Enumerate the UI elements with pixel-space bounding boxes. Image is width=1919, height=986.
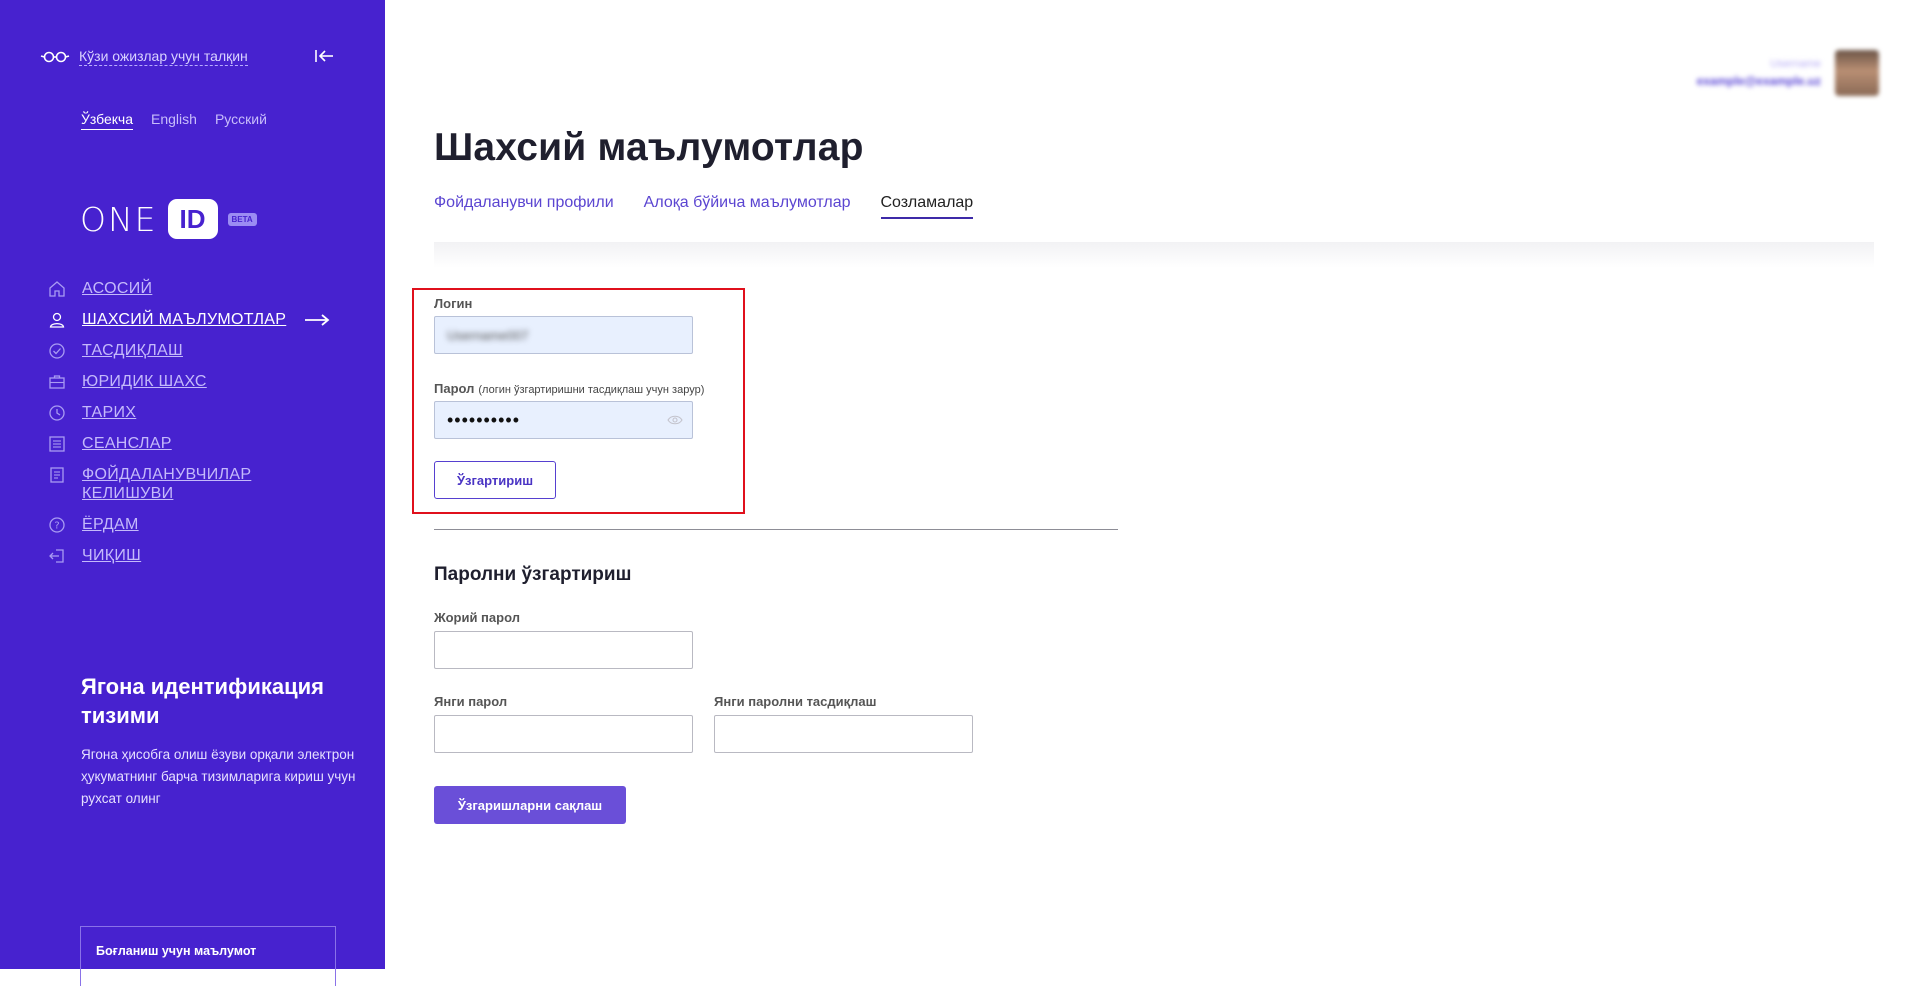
promo-title: Ягона идентификация тизими [81, 674, 324, 728]
current-password-label: Жорий парол [434, 610, 520, 625]
user-email: example@example.uz [1696, 74, 1821, 88]
promo-block: Ягона идентификация тизими Ягона ҳисобга… [81, 672, 371, 810]
nav-label-user-agreement: ФОЙДАЛАНУВЧИЛАР КЕЛИШУВИ [82, 466, 252, 502]
password-input[interactable]: •••••••••• [434, 401, 693, 439]
nav-item-legal-entity[interactable]: ЮРИДИК ШАХС [48, 372, 330, 391]
home-icon [49, 281, 65, 297]
nav-item-history[interactable]: ТАРИХ [48, 403, 330, 422]
lang-english[interactable]: English [151, 111, 197, 130]
nav-item-verification[interactable]: ТАСДИҚЛАШ [48, 341, 330, 360]
language-switcher: Ўзбекча English Русский [81, 111, 267, 130]
confirm-password-label: Янги паролни тасдиқлаш [714, 694, 877, 709]
nav-label-verification: ТАСДИҚЛАШ [82, 342, 183, 359]
document-icon [50, 467, 64, 483]
list-icon [49, 436, 65, 452]
logo-mark: ID [167, 199, 218, 239]
tab-settings[interactable]: Созламалар [880, 194, 974, 219]
login-value: Username007 [447, 327, 529, 343]
promo-text: Ягона ҳисобга олиш ёзуви орқали электрон… [81, 747, 356, 806]
nav-label-sessions: СЕАНСЛАР [82, 435, 172, 452]
login-input[interactable]: Username007 [434, 316, 693, 354]
contact-info-box[interactable]: Боғланиш учун маълумот [80, 926, 336, 986]
nav-label-legal-entity: ЮРИДИК ШАХС [82, 373, 207, 390]
svg-text:?: ? [54, 521, 59, 532]
nav-item-personal-data[interactable]: ШАХСИЙ МАЪЛУМОТЛАР [48, 310, 330, 329]
lang-russian[interactable]: Русский [215, 111, 267, 130]
eye-icon[interactable] [667, 414, 683, 426]
nav-label-home: АСОСИЙ [82, 280, 153, 297]
user-menu[interactable]: Username example@example.uz [1697, 50, 1879, 96]
nav-item-home[interactable]: АСОСИЙ [48, 279, 330, 298]
accessibility-toggle[interactable]: Кўзи ожизлар учун талқин [40, 48, 248, 66]
sidebar: Кўзи ожизлар учун талқин Ўзбекча English… [0, 0, 385, 986]
contact-info-label: Боғланиш учун маълумот [96, 944, 257, 958]
confirm-password-input[interactable] [714, 715, 973, 753]
section-header-shadow [434, 242, 1874, 268]
user-info: Username example@example.uz [1697, 58, 1821, 88]
user-icon [49, 312, 65, 328]
check-circle-icon [49, 343, 65, 359]
nav-item-help[interactable]: ? ЁРДАМ [48, 515, 330, 534]
nav-label-logout: ЧИҚИШ [82, 547, 142, 564]
nav-item-user-agreement[interactable]: ФОЙДАЛАНУВЧИЛАР КЕЛИШУВИ [48, 465, 330, 503]
arrow-right-icon [305, 314, 330, 326]
current-password-input[interactable] [434, 631, 693, 669]
password-value: •••••••••• [447, 409, 521, 430]
tab-user-profile[interactable]: Фойдаланувчи профили [434, 194, 614, 219]
settings-tabs: Фойдаланувчи профили Алоқа бўйича маълум… [434, 194, 1003, 219]
save-changes-button[interactable]: Ўзгаришларни сақлаш [434, 786, 626, 824]
new-password-label: Янги парол [434, 694, 508, 709]
new-password-input[interactable] [434, 715, 693, 753]
collapse-sidebar-icon[interactable] [313, 47, 335, 65]
clock-icon [49, 405, 65, 421]
login-label: Логин [434, 296, 473, 311]
nav-item-logout[interactable]: ЧИҚИШ [48, 546, 330, 565]
accessibility-link[interactable]: Кўзи ожизлар учун талқин [79, 48, 248, 66]
glasses-icon [40, 51, 70, 63]
lang-uzbek[interactable]: Ўзбекча [81, 111, 134, 130]
tab-contact-info[interactable]: Алоқа бўйича маълумотлар [644, 194, 851, 219]
briefcase-icon [49, 375, 65, 389]
logo-text: ONE [80, 199, 158, 239]
user-name: Username [1770, 58, 1821, 70]
oneid-logo[interactable]: ONE ID BETA [80, 199, 257, 239]
password-note: (логин ўзгартиришни тасдиқлаш учун зарур… [478, 384, 705, 396]
help-icon: ? [49, 517, 65, 533]
avatar[interactable] [1835, 50, 1879, 96]
divider [434, 529, 1118, 530]
password-label: Парол [434, 381, 475, 396]
beta-badge: BETA [227, 212, 257, 226]
page-title: Шахсий маълумотлар [434, 126, 864, 169]
logout-icon [49, 549, 64, 563]
nav-item-sessions[interactable]: СЕАНСЛАР [48, 434, 330, 453]
main-nav: АСОСИЙ ШАХСИЙ МАЪЛУМОТЛАР ТАСДИҚЛАШ ЮРИД… [48, 279, 330, 577]
nav-label-history: ТАРИХ [82, 404, 137, 421]
nav-label-help: ЁРДАМ [82, 516, 139, 533]
change-password-title: Паролни ўзгартириш [434, 564, 632, 585]
nav-label-personal-data: ШАХСИЙ МАЪЛУМОТЛАР [82, 311, 287, 328]
change-login-button[interactable]: Ўзгартириш [434, 461, 556, 499]
password-label-row: Парол (логин ўзгартиришни тасдиқлаш учун … [434, 381, 704, 396]
